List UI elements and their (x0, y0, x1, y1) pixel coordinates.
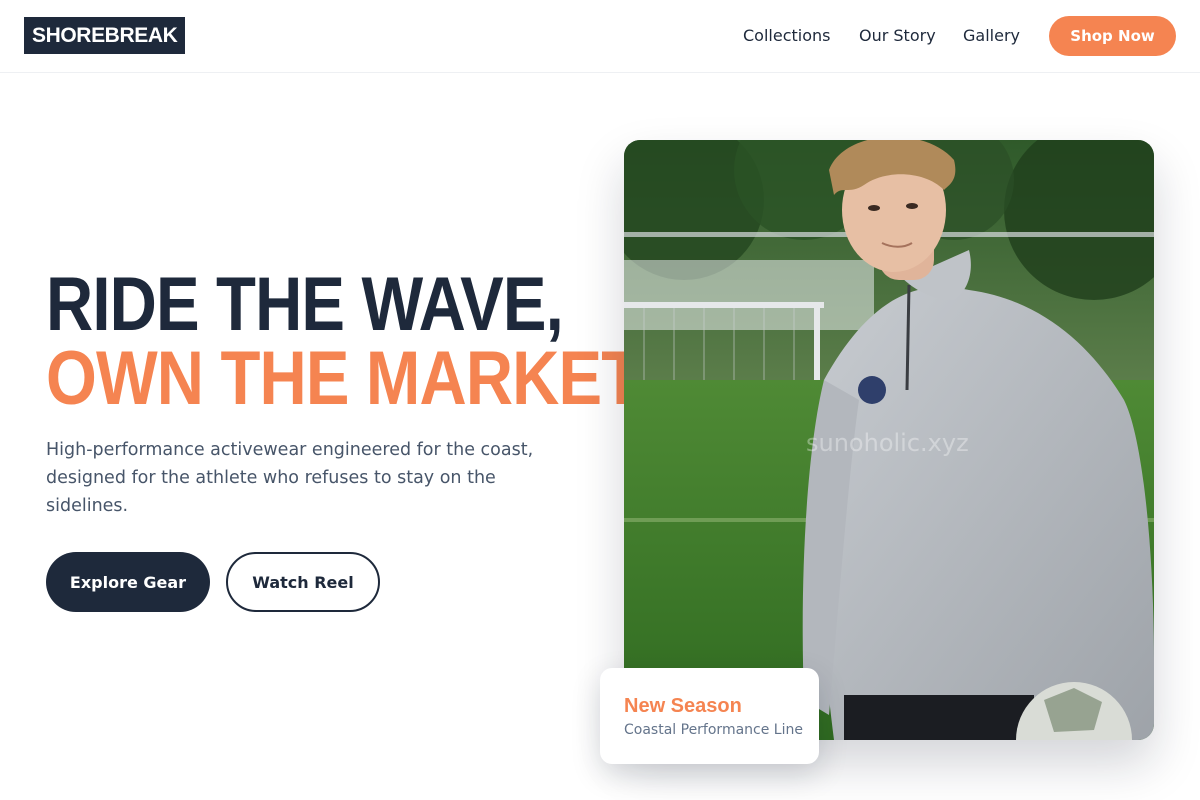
explore-gear-button[interactable]: Explore Gear (46, 552, 210, 612)
headline-line-2: OWN THE MARKET. (46, 336, 651, 421)
top-nav: SHOREBREAK Collections Our Story Gallery… (0, 0, 1200, 73)
badge-title: New Season (624, 695, 742, 717)
headline-line-1: RIDE THE WAVE, (46, 262, 564, 347)
hero-subtitle: High-performance activewear engineered f… (46, 440, 534, 516)
watch-reel-button[interactable]: Watch Reel (226, 552, 380, 612)
nav-link-gallery[interactable]: Gallery (963, 26, 1020, 46)
nav-link-our-story[interactable]: Our Story (859, 26, 936, 46)
shop-now-button[interactable]: Shop Now (1049, 16, 1176, 56)
new-season-card[interactable]: New Season Coastal Performance Line (600, 668, 819, 764)
brand-logo[interactable]: SHOREBREAK (24, 17, 186, 54)
hero-headline: RIDE THE WAVE, OWN THE MARKET. (46, 262, 651, 421)
photo-watermark: sunoholic.xyz (806, 429, 969, 457)
nav-link-collections[interactable]: Collections (743, 26, 830, 46)
hero-photo: sunoholic.xyz (624, 140, 1154, 740)
badge-subtitle: Coastal Performance Line (624, 722, 803, 738)
